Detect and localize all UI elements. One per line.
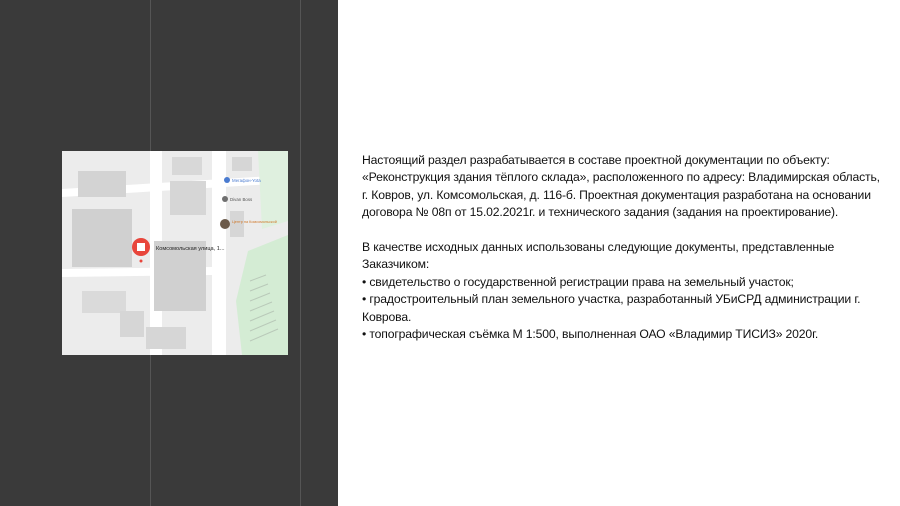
guide-line bbox=[300, 0, 301, 506]
paragraph-intro: Настоящий раздел разрабатывается в соста… bbox=[362, 153, 880, 220]
bullet-item: • свидетельство о государственной регист… bbox=[362, 274, 794, 289]
map-pin-label[interactable]: Комсомольская улица, 1... bbox=[156, 246, 225, 252]
description-text-block: Настоящий раздел разрабатывается в соста… bbox=[362, 152, 882, 343]
bullet-item: • градостроительный план земельного учас… bbox=[362, 292, 861, 324]
bullet-item: • топографическая съёмка М 1:500, выполн… bbox=[362, 327, 819, 342]
poi-label[interactable]: Divan Boss bbox=[230, 197, 252, 202]
poi-label[interactable]: Центр на Комсомольской bbox=[232, 220, 277, 224]
paragraph-source-docs: В качестве исходных данных использованы … bbox=[362, 240, 835, 272]
poi-label[interactable]: Мегафон-Yota bbox=[232, 178, 261, 183]
